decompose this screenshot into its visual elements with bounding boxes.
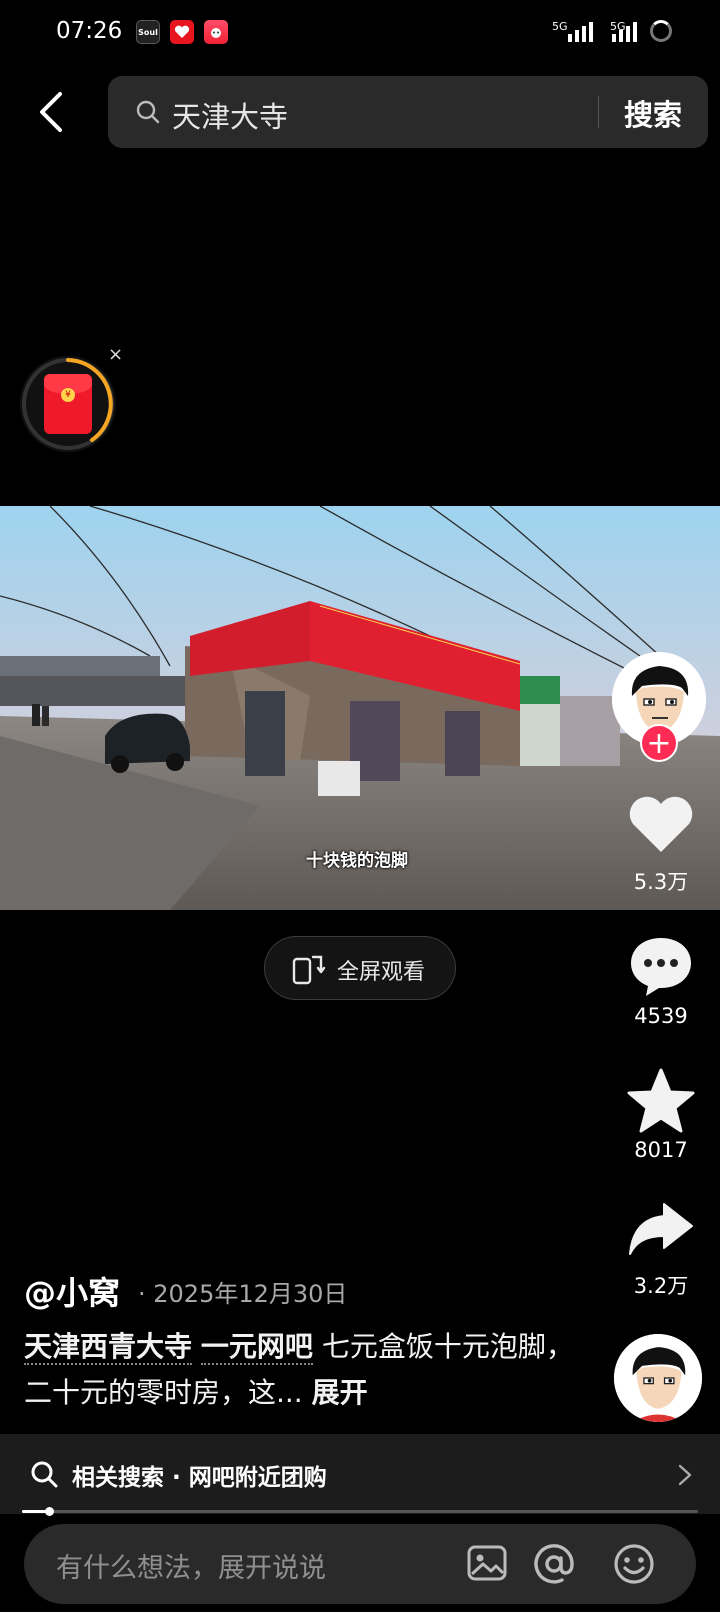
status-bar: 07:26 Soul 5G 5G [0, 0, 720, 66]
network-type-1: 5G [552, 20, 568, 33]
search-icon [136, 100, 160, 124]
shares-count: 3.2万 [633, 1274, 689, 1298]
search-bar[interactable]: 天津大寺 搜索 [108, 76, 708, 148]
cartoon-face-icon [614, 1334, 702, 1422]
share-arrow-icon[interactable] [626, 1200, 696, 1258]
game-app-icon [204, 20, 228, 44]
video-subtitle: 十块钱的泡脚 [306, 851, 408, 871]
related-search-label: 相关搜索 · 网吧附近团购 [72, 1465, 327, 1491]
heart-app-icon [170, 20, 194, 44]
signal-icon [568, 22, 593, 42]
comment-input[interactable]: 有什么想法，展开说说 [56, 1546, 326, 1585]
status-time: 07:26 [56, 18, 123, 44]
hashtag-link[interactable]: 一元网吧 [200, 1330, 313, 1365]
back-button[interactable] [30, 86, 74, 138]
search-input[interactable]: 天津大寺 [172, 94, 288, 136]
loading-icon [650, 20, 672, 42]
author-name[interactable]: @小窝 [24, 1268, 120, 1314]
red-packet-widget[interactable]: ¥ [20, 356, 116, 452]
video-progress-bar[interactable] [22, 1507, 698, 1516]
comments-count: 4539 [634, 1004, 688, 1028]
comment-input-bar[interactable]: 有什么想法，展开说说 [24, 1524, 696, 1604]
publish-date: · 2025年12月30日 [138, 1280, 348, 1308]
chevron-right-icon [678, 1464, 692, 1486]
progress-handle[interactable] [45, 1507, 55, 1516]
comment-icon[interactable] [626, 934, 696, 998]
favorite-star-icon[interactable] [626, 1068, 696, 1134]
post-caption[interactable]: 天津西青大寺 一元网吧 七元盒饭十元泡脚，二十元的零时房，这... 展开 [24, 1324, 584, 1416]
image-icon[interactable] [466, 1542, 508, 1584]
related-search-bar[interactable]: 相关搜索 · 网吧附近团购 [0, 1434, 720, 1514]
music-disc-avatar[interactable] [614, 1334, 702, 1422]
follow-button[interactable]: + [640, 724, 678, 762]
close-icon[interactable]: × [108, 346, 126, 364]
expand-button[interactable]: 展开 [312, 1376, 368, 1409]
soul-app-icon: Soul [136, 20, 160, 44]
red-envelope-icon: ¥ [44, 374, 92, 434]
mention-icon[interactable] [532, 1542, 576, 1586]
favorites-count: 8017 [634, 1138, 688, 1162]
rotate-screen-icon [292, 955, 326, 985]
chevron-left-icon [40, 92, 62, 132]
likes-count: 5.3万 [633, 870, 689, 894]
like-heart-icon[interactable] [626, 792, 696, 856]
fullscreen-button[interactable]: 全屏观看 [264, 936, 456, 1000]
search-divider [598, 96, 599, 128]
fullscreen-label: 全屏观看 [337, 960, 426, 985]
hashtag-link[interactable]: 天津西青大寺 [24, 1330, 193, 1365]
search-icon [31, 1461, 58, 1488]
emoji-icon[interactable] [612, 1542, 656, 1586]
signal-icon-2 [612, 22, 637, 42]
search-submit-button[interactable]: 搜索 [624, 92, 682, 134]
